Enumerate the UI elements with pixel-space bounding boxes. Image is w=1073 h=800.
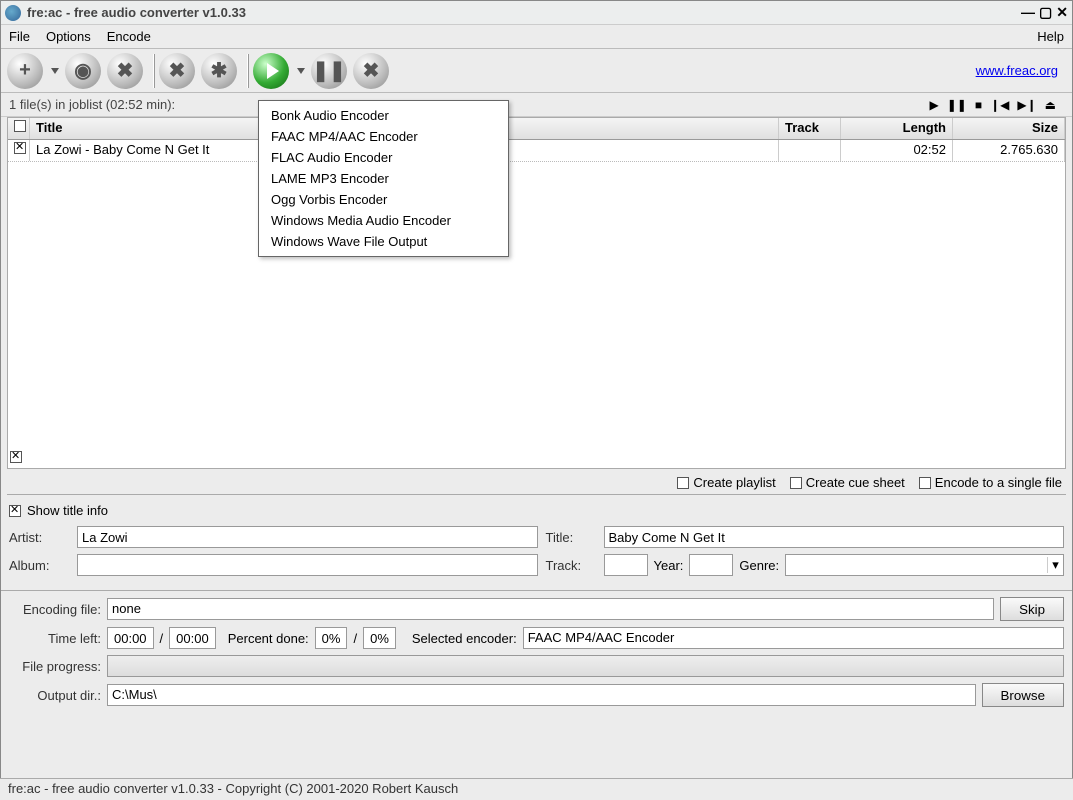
time-left-1: 00:00 [107, 627, 154, 649]
artist-label: Artist: [9, 530, 69, 545]
toolbar-separator [247, 54, 249, 88]
skip-button[interactable]: Skip [1000, 597, 1064, 621]
settings-button[interactable]: ✖ [159, 53, 195, 89]
encoder-option[interactable]: Ogg Vorbis Encoder [259, 189, 508, 210]
statusbar: fre:ac - free audio converter v1.0.33 - … [0, 778, 1073, 800]
row-size: 2.765.630 [953, 140, 1065, 161]
track-label: Track: [546, 558, 596, 573]
options-row: Create playlist Create cue sheet Encode … [1, 469, 1072, 494]
minimize-button[interactable]: — [1021, 4, 1035, 21]
encoding-file-value: none [107, 598, 994, 620]
close-button[interactable]: ✕ [1056, 4, 1068, 21]
year-input[interactable] [689, 554, 733, 576]
output-dir-value[interactable]: C:\Mus\ [107, 684, 976, 706]
pause-encode-button[interactable]: ❚❚ [311, 53, 347, 89]
add-file-button[interactable]: + [7, 53, 43, 89]
row-length: 02:52 [841, 140, 953, 161]
title-input[interactable] [604, 526, 1065, 548]
year-label: Year: [654, 558, 684, 573]
window-title: fre:ac - free audio converter v1.0.33 [27, 5, 1021, 20]
selected-encoder-value: FAAC MP4/AAC Encoder [523, 627, 1064, 649]
joblist-header: 1 file(s) in joblist (02:52 min): ▶ ❚❚ ■… [1, 93, 1072, 117]
show-title-info-check[interactable] [9, 505, 21, 517]
file-progress-label: File progress: [9, 659, 101, 674]
encoder-option[interactable]: FAAC MP4/AAC Encoder [259, 126, 508, 147]
add-file-dropdown[interactable] [51, 68, 59, 74]
percent-1: 0% [315, 627, 348, 649]
genre-label: Genre: [739, 558, 779, 573]
add-cd-button[interactable]: ◉ [65, 53, 101, 89]
percent-2: 0% [363, 627, 396, 649]
config-button[interactable]: ✱ [201, 53, 237, 89]
table-row[interactable]: La Zowi - Baby Come N Get It 02:52 2.765… [8, 140, 1065, 162]
encode-single-option[interactable]: Encode to a single file [919, 475, 1062, 490]
row-check[interactable] [8, 140, 30, 161]
title-label: Title: [546, 530, 596, 545]
start-encode-button[interactable] [253, 53, 289, 89]
album-label: Album: [9, 558, 69, 573]
create-playlist-option[interactable]: Create playlist [677, 475, 775, 490]
show-title-info-label: Show title info [27, 503, 108, 518]
remove-button[interactable]: ✖ [107, 53, 143, 89]
select-all-check[interactable] [10, 451, 22, 466]
encoding-file-label: Encoding file: [9, 602, 101, 617]
create-cue-sheet-option[interactable]: Create cue sheet [790, 475, 905, 490]
header-size[interactable]: Size [953, 118, 1065, 139]
toolbar-separator [153, 54, 155, 88]
encoder-option[interactable]: Windows Wave File Output [259, 231, 508, 252]
encoder-option[interactable]: Bonk Audio Encoder [259, 105, 508, 126]
menubar: File Options Encode Help [1, 25, 1072, 49]
menu-help[interactable]: Help [1037, 29, 1064, 44]
stop-button[interactable]: ■ [975, 98, 982, 112]
encoder-option[interactable]: Windows Media Audio Encoder [259, 210, 508, 231]
encoder-option[interactable]: FLAC Audio Encoder [259, 147, 508, 168]
selected-encoder-label: Selected encoder: [412, 631, 517, 646]
header-length[interactable]: Length [841, 118, 953, 139]
artist-input[interactable] [77, 526, 538, 548]
app-icon [5, 5, 21, 21]
percent-done-label: Percent done: [228, 631, 309, 646]
maximize-button[interactable]: ▢ [1039, 4, 1052, 21]
title-info-panel: Show title info Artist: Title: Album: Tr… [7, 494, 1066, 584]
encoder-dropdown-arrow[interactable] [297, 68, 305, 74]
eject-button[interactable]: ⏏ [1045, 98, 1056, 112]
toolbar: + ◉ ✖ ✖ ✱ ❚❚ ✖ www.freac.org [1, 49, 1072, 93]
output-dir-label: Output dir.: [9, 688, 101, 703]
encoder-option[interactable]: LAME MP3 Encoder [259, 168, 508, 189]
stop-encode-button[interactable]: ✖ [353, 53, 389, 89]
pause-button[interactable]: ❚❚ [947, 98, 967, 112]
play-button[interactable]: ▶ [929, 98, 938, 112]
menu-file[interactable]: File [9, 29, 30, 44]
table-header: Title Track Length Size [8, 118, 1065, 140]
encoder-dropdown-menu: Bonk Audio Encoder FAAC MP4/AAC Encoder … [258, 100, 509, 257]
album-input[interactable] [77, 554, 538, 576]
header-check[interactable] [8, 118, 30, 139]
prev-button[interactable]: ❙◀ [990, 98, 1009, 112]
chevron-down-icon: ▾ [1047, 557, 1063, 573]
file-progress-bar [107, 655, 1064, 677]
header-track[interactable]: Track [779, 118, 841, 139]
menu-encode[interactable]: Encode [107, 29, 151, 44]
genre-dropdown[interactable]: ▾ [785, 554, 1064, 576]
joblist-table: Title Track Length Size La Zowi - Baby C… [7, 117, 1066, 469]
track-input[interactable] [604, 554, 648, 576]
time-left-2: 00:00 [169, 627, 216, 649]
browse-button[interactable]: Browse [982, 683, 1064, 707]
titlebar: fre:ac - free audio converter v1.0.33 — … [1, 1, 1072, 25]
time-left-label: Time left: [9, 631, 101, 646]
menu-options[interactable]: Options [46, 29, 91, 44]
website-link[interactable]: www.freac.org [976, 63, 1058, 78]
next-button[interactable]: ▶❙ [1017, 98, 1036, 112]
encoding-panel: Encoding file: none Skip Time left: 00:0… [1, 590, 1072, 719]
row-track [779, 140, 841, 161]
